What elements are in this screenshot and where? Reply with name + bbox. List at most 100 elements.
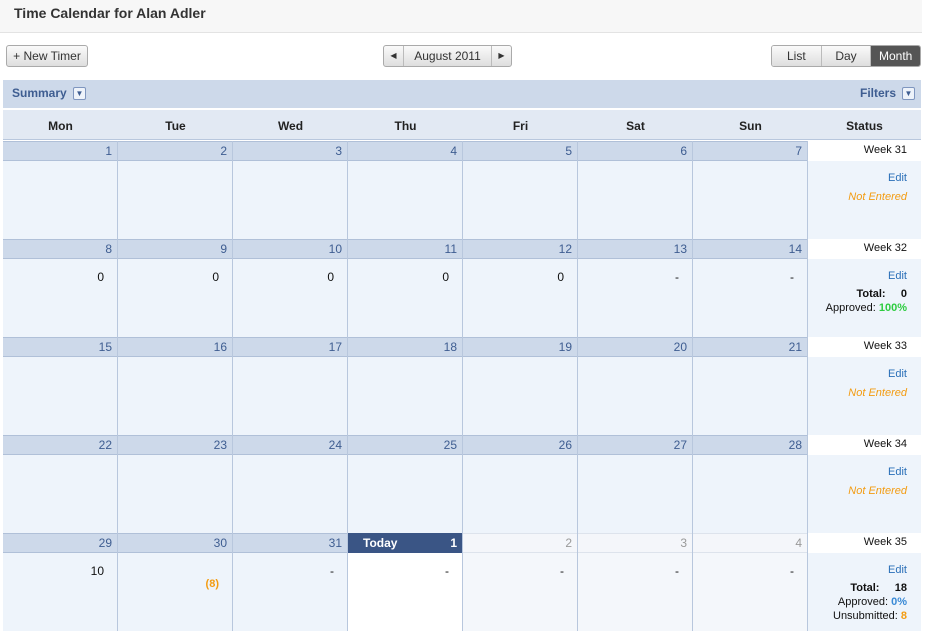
day-body[interactable]: 0 <box>463 259 577 337</box>
day-cell[interactable]: 26 <box>463 435 578 533</box>
day-number[interactable]: 23 <box>214 438 227 452</box>
day-cell[interactable]: 5 <box>463 141 578 239</box>
day-number[interactable]: 25 <box>444 438 457 452</box>
week-edit-link[interactable]: Edit <box>888 270 907 282</box>
summary-expand-icon[interactable]: ▼ <box>73 87 86 100</box>
day-cell[interactable]: 25 <box>348 435 463 533</box>
day-number[interactable]: 22 <box>99 438 112 452</box>
day-number[interactable]: 30 <box>214 536 227 550</box>
week-edit-link[interactable]: Edit <box>888 564 907 576</box>
filters-expand-icon[interactable]: ▼ <box>902 87 915 100</box>
day-cell[interactable]: 23 <box>118 435 233 533</box>
view-month-button[interactable]: Month <box>871 46 920 66</box>
day-number[interactable]: 2 <box>220 144 227 158</box>
day-body[interactable]: - <box>693 259 807 337</box>
day-number[interactable]: 1 <box>105 144 112 158</box>
prev-month-icon[interactable]: ◀ <box>384 46 404 66</box>
day-number[interactable]: 9 <box>220 242 227 256</box>
day-number[interactable]: 15 <box>99 340 112 354</box>
day-number[interactable]: 3 <box>680 536 687 550</box>
day-cell[interactable]: 19 <box>463 337 578 435</box>
week-edit-link[interactable]: Edit <box>888 466 907 478</box>
day-number[interactable]: 7 <box>795 144 802 158</box>
day-cell[interactable]: 28 <box>693 435 808 533</box>
day-body[interactable]: 0 <box>3 259 117 337</box>
day-body[interactable]: 0 <box>233 259 347 337</box>
day-cell[interactable]: 90 <box>118 239 233 337</box>
day-number[interactable]: 21 <box>789 340 802 354</box>
day-cell[interactable]: 18 <box>348 337 463 435</box>
day-cell[interactable]: 7 <box>693 141 808 239</box>
day-body[interactable] <box>233 455 347 533</box>
day-number[interactable]: 12 <box>559 242 572 256</box>
day-number[interactable]: 13 <box>674 242 687 256</box>
day-number[interactable]: 31 <box>329 536 342 550</box>
day-body[interactable] <box>693 161 807 239</box>
day-number[interactable]: 19 <box>559 340 572 354</box>
day-number[interactable]: 28 <box>789 438 802 452</box>
day-cell[interactable]: 31 - <box>233 533 348 631</box>
day-cell[interactable]: 15 <box>3 337 118 435</box>
day-body[interactable] <box>578 455 692 533</box>
day-number[interactable]: 1 <box>450 536 457 550</box>
day-body[interactable] <box>348 455 462 533</box>
day-cell[interactable]: 10 0 <box>233 239 348 337</box>
view-day-button[interactable]: Day <box>821 46 872 66</box>
day-number[interactable]: 2 <box>565 536 572 550</box>
day-body[interactable] <box>3 161 117 239</box>
day-cell[interactable]: 14 - <box>693 239 808 337</box>
day-cell[interactable]: 13 - <box>578 239 693 337</box>
day-cell[interactable]: 22 <box>3 435 118 533</box>
day-cell[interactable]: 17 <box>233 337 348 435</box>
day-cell[interactable]: 80 <box>3 239 118 337</box>
day-number[interactable]: 17 <box>329 340 342 354</box>
day-number[interactable]: 24 <box>329 438 342 452</box>
new-timer-button[interactable]: + New Timer <box>6 45 88 67</box>
day-cell[interactable]: 3- <box>578 533 693 631</box>
day-cell[interactable]: 20 <box>578 337 693 435</box>
day-number[interactable]: 10 <box>329 242 342 256</box>
day-number[interactable]: 8 <box>105 242 112 256</box>
day-number[interactable]: 3 <box>335 144 342 158</box>
day-cell[interactable]: 1 <box>3 141 118 239</box>
day-body[interactable] <box>693 455 807 533</box>
day-number[interactable]: 26 <box>559 438 572 452</box>
day-body[interactable] <box>578 161 692 239</box>
day-cell[interactable]: 30 (8) <box>118 533 233 631</box>
day-body[interactable] <box>463 161 577 239</box>
filters-toggle[interactable]: Filters <box>860 86 896 100</box>
day-number[interactable]: 4 <box>450 144 457 158</box>
day-body[interactable]: - <box>233 553 347 631</box>
day-body[interactable] <box>233 161 347 239</box>
day-number[interactable]: 11 <box>445 242 457 256</box>
day-cell[interactable]: 4 <box>348 141 463 239</box>
week-edit-link[interactable]: Edit <box>888 172 907 184</box>
day-body[interactable] <box>118 357 232 435</box>
summary-toggle[interactable]: Summary <box>12 86 67 100</box>
day-body[interactable]: - <box>578 553 692 631</box>
day-body[interactable] <box>118 161 232 239</box>
day-cell[interactable]: 24 <box>233 435 348 533</box>
day-cell[interactable]: 29 10 <box>3 533 118 631</box>
week-edit-link[interactable]: Edit <box>888 368 907 380</box>
day-body[interactable] <box>463 455 577 533</box>
day-number[interactable]: 14 <box>789 242 802 256</box>
day-body[interactable] <box>118 455 232 533</box>
day-body[interactable]: 10 <box>3 553 117 631</box>
day-cell[interactable]: 2 <box>118 141 233 239</box>
day-number[interactable]: 16 <box>214 340 227 354</box>
day-body[interactable] <box>233 357 347 435</box>
day-body[interactable]: 0 <box>348 259 462 337</box>
day-number[interactable]: 4 <box>795 536 802 550</box>
day-body[interactable]: 0 <box>118 259 232 337</box>
day-cell[interactable]: 11 0 <box>348 239 463 337</box>
day-body[interactable] <box>348 357 462 435</box>
day-body[interactable]: - <box>463 553 577 631</box>
day-cell[interactable]: 16 <box>118 337 233 435</box>
view-list-button[interactable]: List <box>772 46 822 66</box>
day-cell[interactable]: 27 <box>578 435 693 533</box>
day-body[interactable]: - <box>693 553 807 631</box>
day-body[interactable] <box>3 357 117 435</box>
day-number[interactable]: 27 <box>674 438 687 452</box>
day-number[interactable]: 6 <box>680 144 687 158</box>
